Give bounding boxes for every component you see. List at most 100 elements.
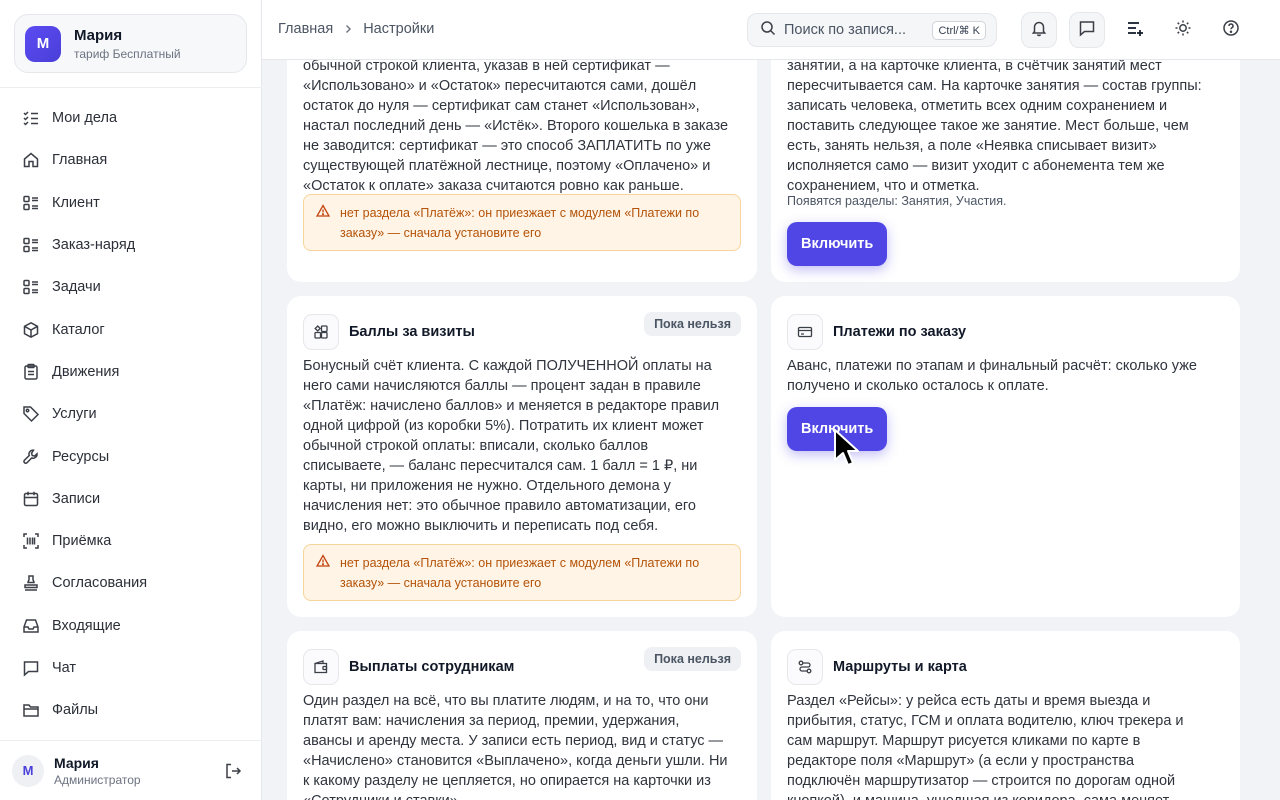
sidebar: М Мария тариф Бесплатный Мои дела Главна… bbox=[0, 0, 262, 800]
clipboard-icon bbox=[22, 363, 40, 381]
sidebar-item-inbox[interactable]: Входящие bbox=[0, 605, 262, 647]
user-name: Мария bbox=[54, 754, 99, 771]
list-icon bbox=[22, 236, 40, 254]
sidebar-item-resources[interactable]: Ресурсы bbox=[0, 435, 262, 477]
calendar-icon bbox=[22, 490, 40, 508]
sidebar-item-label: Главная bbox=[52, 152, 108, 169]
module-card-bonus-points: Баллы за визиты Пока нельзя Бонусный счё… bbox=[287, 296, 757, 617]
account-name: Мария bbox=[74, 26, 123, 44]
sidebar-item-label: Заказ-наряд bbox=[52, 237, 136, 254]
sidebar-item-client[interactable]: Клиент bbox=[0, 182, 262, 224]
search-placeholder: Поиск по запися... bbox=[784, 22, 907, 38]
sidebar-item-movements[interactable]: Движения bbox=[0, 351, 262, 393]
module-title: Баллы за визиты bbox=[349, 324, 475, 340]
bell-icon bbox=[1030, 19, 1048, 42]
sidebar-item-files[interactable]: Файлы bbox=[0, 689, 262, 731]
module-card-certificates: обычной строкой клиента, указав в ней се… bbox=[287, 60, 757, 282]
module-title: Платежи по заказу bbox=[833, 324, 967, 340]
module-title: Выплаты сотрудникам bbox=[349, 659, 515, 675]
box-icon bbox=[22, 321, 40, 339]
sidebar-item-work-order[interactable]: Заказ-наряд bbox=[0, 224, 262, 266]
sidebar-item-approvals[interactable]: Согласования bbox=[0, 562, 262, 604]
user-role: Администратор bbox=[54, 772, 141, 787]
module-description: обычной строкой клиента, указав в ней се… bbox=[303, 60, 729, 194]
user-profile[interactable]: М Мария Администратор bbox=[0, 740, 262, 800]
sidebar-item-label: Входящие bbox=[52, 617, 121, 634]
module-description: Один раздел на всё, что вы платите людям… bbox=[303, 693, 728, 800]
avatar: М bbox=[12, 754, 44, 787]
list-icon bbox=[22, 278, 40, 296]
search-icon bbox=[760, 20, 776, 41]
sidebar-item-label: Мои дела bbox=[52, 110, 118, 127]
module-card-staff-payouts: Выплаты сотрудникам Пока нельзя Один раз… bbox=[287, 631, 757, 800]
chevron-right-icon bbox=[343, 22, 353, 37]
module-header: Баллы за визиты bbox=[303, 314, 475, 350]
module-card-routes-map: Маршруты и карта Раздел «Рейсы»: у рейса… bbox=[771, 631, 1240, 800]
help-icon bbox=[1222, 19, 1240, 42]
sidebar-item-label: Чат bbox=[52, 660, 77, 676]
module-header: Платежи по заказу bbox=[787, 314, 966, 350]
sidebar-item-label: Ресурсы bbox=[52, 448, 110, 465]
credit-card-icon bbox=[787, 314, 823, 350]
mouse-cursor-icon bbox=[834, 429, 859, 466]
status-badge: Пока нельзя bbox=[644, 647, 741, 671]
warning-icon bbox=[315, 204, 331, 218]
list-add-icon bbox=[1125, 18, 1145, 43]
sidebar-item-label: Каталог bbox=[52, 321, 105, 338]
messages-button[interactable] bbox=[1069, 12, 1105, 48]
wrench-icon bbox=[22, 448, 40, 466]
module-header: Маршруты и карта bbox=[787, 649, 967, 685]
folder-icon bbox=[22, 701, 40, 719]
module-description: Аванс, платежи по этапам и финальный рас… bbox=[787, 358, 1197, 394]
chat-icon bbox=[22, 659, 40, 677]
sidebar-item-intake[interactable]: Приёмка bbox=[0, 520, 262, 562]
sidebar-item-home[interactable]: Главная bbox=[0, 139, 262, 181]
status-badge: Пока нельзя bbox=[644, 312, 741, 336]
route-icon bbox=[787, 649, 823, 685]
search-shortcut: Ctrl/⌘ K bbox=[932, 21, 986, 40]
home-icon bbox=[22, 151, 40, 169]
search-input[interactable]: Поиск по запися... Ctrl/⌘ K bbox=[747, 13, 997, 47]
sidebar-item-chat[interactable]: Чат bbox=[0, 647, 262, 689]
sidebar-item-label: Приёмка bbox=[52, 533, 112, 550]
sidebar-nav: Мои дела Главная Клиент Заказ-наряд Зада… bbox=[0, 97, 262, 731]
sidebar-item-label: Файлы bbox=[52, 702, 99, 719]
stamp-icon bbox=[22, 574, 40, 592]
account-switcher[interactable]: М Мария тариф Бесплатный bbox=[14, 14, 247, 73]
topbar: Главная Настройки Поиск по запися... Ctr… bbox=[262, 0, 1280, 60]
module-title: Маршруты и карта bbox=[833, 659, 967, 675]
account-avatar: М bbox=[25, 25, 61, 62]
module-description: занятии, а на карточке клиента, в счётчи… bbox=[787, 60, 1202, 194]
sidebar-item-label: Согласования bbox=[52, 575, 148, 592]
module-description: Раздел «Рейсы»: у рейса есть даты и врем… bbox=[787, 693, 1184, 800]
settings-modules: обычной строкой клиента, указав в ней се… bbox=[262, 60, 1280, 800]
sidebar-item-services[interactable]: Услуги bbox=[0, 393, 262, 435]
sidebar-item-appointments[interactable]: Записи bbox=[0, 478, 262, 520]
sidebar-item-label: Услуги bbox=[52, 406, 97, 423]
module-card-classes: занятии, а на карточке клиента, в счётчи… bbox=[771, 60, 1240, 282]
inbox-icon bbox=[22, 617, 40, 635]
sun-icon bbox=[1174, 19, 1192, 42]
theme-toggle-button[interactable] bbox=[1165, 12, 1201, 48]
dependency-warning: нет раздела «Платёж»: он приезжает с мод… bbox=[303, 544, 741, 601]
sidebar-item-label: Задачи bbox=[52, 279, 101, 296]
sidebar-item-catalog[interactable]: Каталог bbox=[0, 308, 262, 350]
notifications-button[interactable] bbox=[1021, 12, 1057, 48]
help-button[interactable] bbox=[1213, 12, 1249, 48]
module-note: Появятся разделы: Занятия, Участия. bbox=[787, 194, 1007, 208]
account-plan: тариф Бесплатный bbox=[74, 46, 181, 61]
logout-icon[interactable] bbox=[224, 762, 242, 780]
enable-button[interactable]: Включить bbox=[787, 222, 888, 266]
module-header: Выплаты сотрудникам bbox=[303, 649, 514, 685]
breadcrumb: Главная Настройки bbox=[278, 21, 434, 37]
sidebar-item-tasks[interactable]: Задачи bbox=[0, 266, 262, 308]
sidebar-divider bbox=[0, 87, 262, 88]
dependency-warning: нет раздела «Платёж»: он приезжает с мод… bbox=[303, 194, 741, 251]
chat-icon bbox=[1078, 19, 1096, 42]
task-list-button[interactable] bbox=[1117, 12, 1153, 48]
checklist-icon bbox=[22, 109, 40, 127]
sidebar-item-label: Движения bbox=[52, 363, 120, 380]
breadcrumb-home[interactable]: Главная bbox=[278, 21, 333, 37]
sidebar-item-my-tasks[interactable]: Мои дела bbox=[0, 97, 262, 139]
module-description: Бонусный счёт клиента. С каждой ПОЛУЧЕНН… bbox=[303, 358, 720, 534]
